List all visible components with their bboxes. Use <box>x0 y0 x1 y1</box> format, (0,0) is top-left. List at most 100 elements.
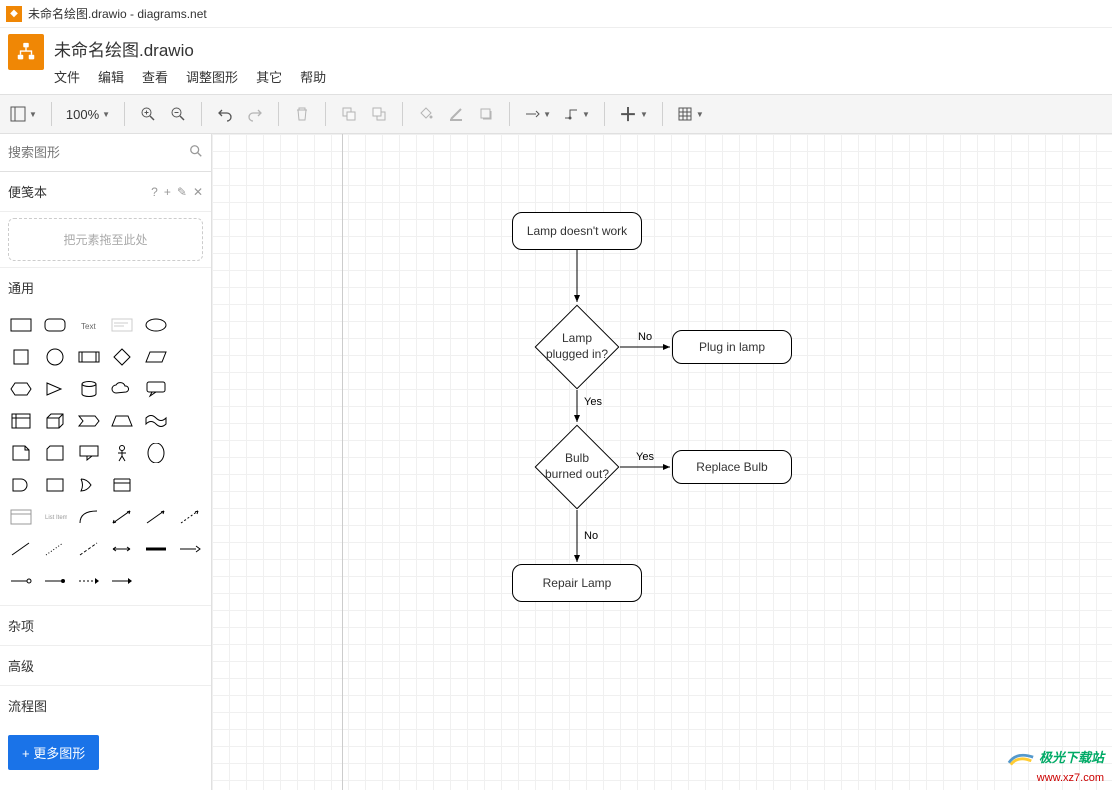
shape-blank5[interactable] <box>175 439 205 467</box>
app-logo[interactable] <box>8 34 44 70</box>
shape-list[interactable] <box>6 503 36 531</box>
search-icon[interactable] <box>189 144 203 161</box>
shape-textbox[interactable] <box>108 311 138 339</box>
node-plugin[interactable]: Plug in lamp <box>672 330 792 364</box>
search-input[interactable] <box>8 145 189 160</box>
window-titlebar: ◆ 未命名绘图.drawio - diagrams.net <box>0 0 1112 28</box>
shape-cloud[interactable] <box>108 375 138 403</box>
shape-circle[interactable] <box>40 343 70 371</box>
scratchpad-edit-icon[interactable]: ✎ <box>177 185 187 199</box>
scratchpad-help-icon[interactable]: ? <box>151 185 158 199</box>
delete-button[interactable] <box>289 101 315 127</box>
shape-curve[interactable] <box>74 503 104 531</box>
node-start[interactable]: Lamp doesn't work <box>512 212 642 250</box>
fill-color-button[interactable] <box>413 101 439 127</box>
shape-triangle[interactable] <box>40 375 70 403</box>
shape-square[interactable] <box>6 343 36 371</box>
shape-text[interactable]: Text <box>74 311 104 339</box>
shadow-button[interactable] <box>473 101 499 127</box>
menu-edit[interactable]: 编辑 <box>98 67 124 86</box>
waypoints-dropdown[interactable]: ▼ <box>559 101 594 127</box>
shape-rect[interactable] <box>6 311 36 339</box>
shape-search <box>0 134 211 172</box>
shapes-general-header[interactable]: 通用 <box>0 267 211 307</box>
shape-process[interactable] <box>74 343 104 371</box>
shape-listitem[interactable]: List Item <box>40 503 70 531</box>
shape-or[interactable] <box>74 471 104 499</box>
scratchpad-close-icon[interactable]: ✕ <box>193 185 203 199</box>
menu-help[interactable]: 帮助 <box>300 67 326 86</box>
shape-arrow[interactable] <box>141 503 171 531</box>
shape-actor[interactable] <box>108 439 138 467</box>
line-color-button[interactable] <box>443 101 469 127</box>
undo-button[interactable] <box>212 101 238 127</box>
shape-lens[interactable] <box>141 439 171 467</box>
shape-container[interactable] <box>40 471 70 499</box>
to-back-button[interactable] <box>366 101 392 127</box>
shape-dashline[interactable] <box>74 535 104 563</box>
shape-callout[interactable] <box>141 375 171 403</box>
canvas[interactable]: Lamp doesn't work Lampplugged in? Plug i… <box>212 134 1112 790</box>
view-mode-dropdown[interactable]: ▼ <box>6 101 41 127</box>
shape-rounded[interactable] <box>40 311 70 339</box>
menu-view[interactable]: 查看 <box>142 67 168 86</box>
node-decision-plugged[interactable]: Lampplugged in? <box>534 304 620 390</box>
shape-connector4[interactable] <box>74 567 104 595</box>
shape-ellipse[interactable] <box>141 311 171 339</box>
menu-file[interactable]: 文件 <box>54 67 80 86</box>
shape-cylinder[interactable] <box>74 375 104 403</box>
shape-hexagon[interactable] <box>6 375 36 403</box>
shape-connector1[interactable] <box>175 535 205 563</box>
shape-dotline[interactable] <box>40 535 70 563</box>
shape-connector3[interactable] <box>40 567 70 595</box>
connection-dropdown[interactable]: ▼ <box>520 101 555 127</box>
shape-card[interactable] <box>40 439 70 467</box>
shape-blank2[interactable] <box>175 343 205 371</box>
menu-other[interactable]: 其它 <box>256 67 282 86</box>
shape-note[interactable] <box>6 439 36 467</box>
node-decision-bulb[interactable]: Bulbburned out? <box>534 424 620 510</box>
category-advanced[interactable]: 高级 <box>0 645 211 685</box>
more-shapes-button[interactable]: + 更多图形 <box>8 735 99 770</box>
to-front-button[interactable] <box>336 101 362 127</box>
shape-parallelogram[interactable] <box>141 343 171 371</box>
shape-cube[interactable] <box>40 407 70 435</box>
shape-tape[interactable] <box>141 407 171 435</box>
scratchpad-add-icon[interactable]: + <box>164 185 171 199</box>
shape-connector5[interactable] <box>108 567 138 595</box>
zoom-in-button[interactable] <box>135 101 161 127</box>
redo-button[interactable] <box>242 101 268 127</box>
category-misc[interactable]: 杂项 <box>0 605 211 645</box>
shape-connector2[interactable] <box>6 567 36 595</box>
shape-datastore[interactable] <box>108 471 138 499</box>
edge-label-d1-no: No <box>638 331 652 343</box>
shape-blank6[interactable] <box>141 471 171 499</box>
node-repair[interactable]: Repair Lamp <box>512 564 642 602</box>
node-replace[interactable]: Replace Bulb <box>672 450 792 484</box>
shape-line[interactable] <box>6 535 36 563</box>
shape-blank3[interactable] <box>175 375 205 403</box>
shape-internal[interactable] <box>6 407 36 435</box>
zoom-out-button[interactable] <box>165 101 191 127</box>
insert-dropdown[interactable]: ＋▼ <box>615 101 652 127</box>
shape-trapezoid[interactable] <box>108 407 138 435</box>
shape-diamond[interactable] <box>108 343 138 371</box>
table-dropdown[interactable]: ▼ <box>673 101 708 127</box>
zoom-dropdown[interactable]: 100%▼ <box>62 107 114 122</box>
shape-dasharrow[interactable] <box>175 503 205 531</box>
shape-callout2[interactable] <box>74 439 104 467</box>
shape-step[interactable] <box>74 407 104 435</box>
shape-biarrow[interactable] <box>108 503 138 531</box>
shape-and[interactable] <box>6 471 36 499</box>
shape-biarrow2[interactable] <box>108 535 138 563</box>
scratchpad-dropzone[interactable]: 把元素拖至此处 <box>8 218 203 261</box>
shape-blank4[interactable] <box>175 407 205 435</box>
menu-adjust[interactable]: 调整图形 <box>186 67 238 86</box>
document-title[interactable]: 未命名绘图.drawio <box>54 34 1104 65</box>
window-title: 未命名绘图.drawio - diagrams.net <box>28 5 207 22</box>
shape-blank7[interactable] <box>175 471 205 499</box>
scratchpad-header[interactable]: 便笺本 ? + ✎ ✕ <box>0 172 211 212</box>
category-flowchart[interactable]: 流程图 <box>0 685 211 725</box>
shape-thickline[interactable] <box>141 535 171 563</box>
shape-blank[interactable] <box>175 311 205 339</box>
